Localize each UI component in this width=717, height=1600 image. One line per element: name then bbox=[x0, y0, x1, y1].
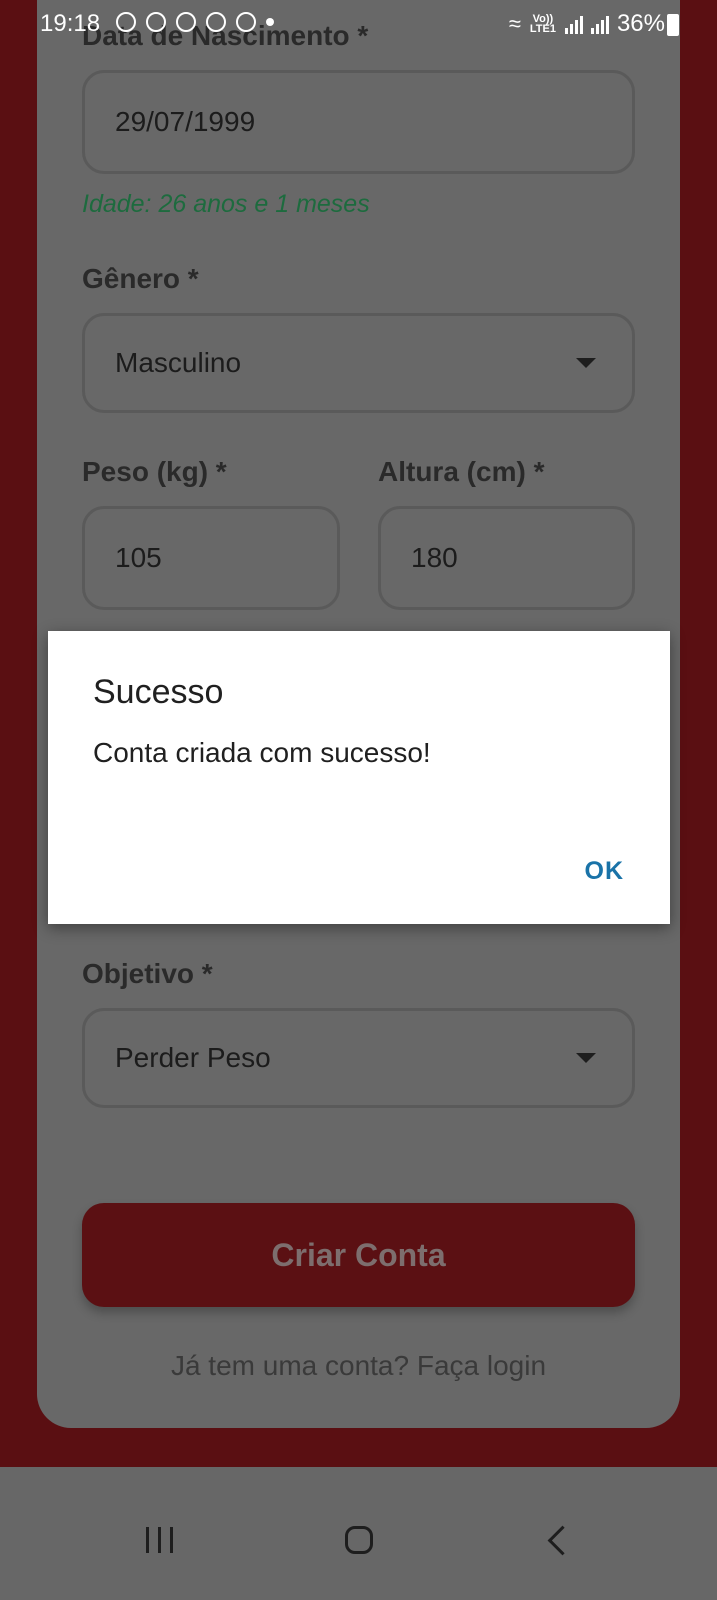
birth-date-field[interactable]: 29/07/1999 bbox=[82, 70, 635, 174]
recent-apps-icon[interactable] bbox=[146, 1527, 173, 1553]
back-icon[interactable] bbox=[547, 1525, 578, 1556]
wifi-icon: ≈ bbox=[508, 11, 521, 36]
home-icon[interactable] bbox=[345, 1526, 373, 1554]
status-bar: 19:18 ≈ Vo)) LTE1 36% bbox=[0, 0, 717, 50]
ok-button[interactable]: OK bbox=[585, 857, 625, 886]
whatsapp-icon bbox=[146, 12, 166, 32]
chevron-down-icon bbox=[576, 1053, 596, 1063]
more-notifications-icon bbox=[266, 18, 274, 26]
gender-select[interactable]: Masculino bbox=[82, 313, 635, 413]
signal-icon bbox=[564, 14, 583, 34]
battery-percent: 36% bbox=[616, 10, 665, 37]
battery-icon bbox=[667, 14, 679, 36]
gender-value: Masculino bbox=[115, 347, 242, 378]
navigation-bar bbox=[0, 1467, 717, 1600]
birth-date-value: 29/07/1999 bbox=[115, 106, 256, 137]
create-account-button[interactable]: Criar Conta bbox=[82, 1203, 635, 1307]
signal-icon bbox=[590, 14, 609, 34]
gender-label: Gênero * bbox=[82, 263, 199, 294]
login-link[interactable]: Já tem uma conta? Faça login bbox=[0, 1350, 717, 1382]
chevron-down-icon bbox=[576, 358, 596, 368]
chrome-icon bbox=[236, 12, 256, 32]
goal-value: Perder Peso bbox=[115, 1042, 271, 1073]
notification-icons bbox=[116, 12, 274, 32]
weight-field[interactable]: 105 bbox=[82, 506, 340, 610]
status-right: ≈ Vo)) LTE1 36% bbox=[509, 10, 665, 38]
dnd-icon bbox=[116, 12, 136, 32]
chrome-icon bbox=[206, 12, 226, 32]
network-type: Vo)) LTE1 bbox=[529, 13, 556, 35]
goal-label: Objetivo * bbox=[82, 958, 213, 989]
age-text: Idade: 26 anos e 1 meses bbox=[82, 190, 370, 218]
height-label: Altura (cm) * bbox=[378, 456, 545, 487]
dialog-message: Conta criada com sucesso! bbox=[93, 737, 431, 768]
status-time: 19:18 bbox=[40, 10, 101, 37]
weight-label: Peso (kg) * bbox=[82, 456, 227, 487]
height-field[interactable]: 180 bbox=[378, 506, 635, 610]
weight-value: 105 bbox=[115, 542, 162, 573]
dialog-title: Sucesso bbox=[93, 673, 224, 711]
height-value: 180 bbox=[411, 542, 458, 573]
success-dialog: Sucesso Conta criada com sucesso! OK bbox=[48, 631, 670, 924]
discord-icon bbox=[176, 12, 196, 32]
goal-select[interactable]: Perder Peso bbox=[82, 1008, 635, 1108]
